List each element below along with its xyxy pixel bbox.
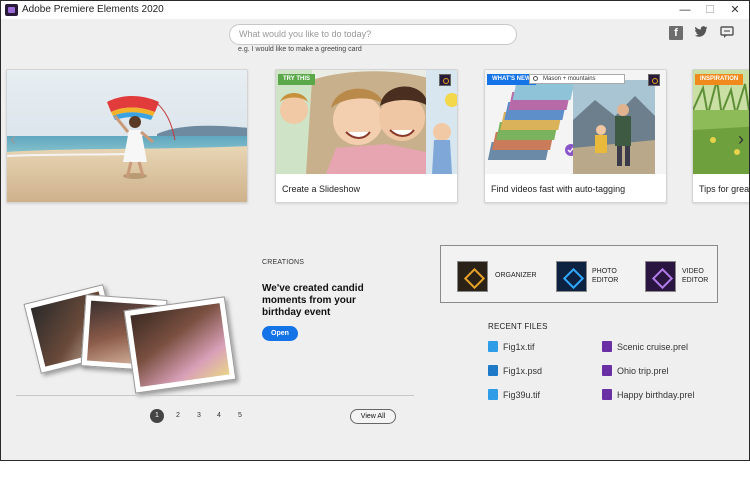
window-title: Adobe Premiere Elements 2020 xyxy=(22,4,164,15)
try-this-tag: TRY THIS xyxy=(278,74,316,85)
minimize-button[interactable]: — xyxy=(673,2,697,18)
app-launcher: ORGANIZER PHOTO EDITOR VIDEO EDITOR xyxy=(440,245,718,303)
maximize-button[interactable]: ☐ xyxy=(698,2,722,18)
recent-file-item[interactable]: Fig1x.psd xyxy=(488,365,542,377)
recent-file-item[interactable]: Happy birthday.prel xyxy=(602,389,694,401)
prel-file-icon xyxy=(602,389,612,401)
recent-file-item[interactable]: Fig39u.tif xyxy=(488,389,540,401)
video-editor-icon[interactable] xyxy=(645,261,676,292)
photo-thumbnail xyxy=(123,296,237,394)
search-hint: e.g. I would like to make a greeting car… xyxy=(238,46,362,53)
view-all-button[interactable]: View All xyxy=(350,409,396,424)
divider xyxy=(16,395,414,396)
chat-icon[interactable] xyxy=(720,26,734,40)
auto-tagging-card[interactable]: WHAT'S NEW Mason + mountains Find videos… xyxy=(484,69,667,203)
page-1-button[interactable]: 1 xyxy=(150,409,164,423)
page-4-button[interactable]: 4 xyxy=(212,409,226,423)
search-icon xyxy=(533,76,538,81)
slideshow-card[interactable]: TRY THIS Create a Slideshow xyxy=(275,69,458,203)
auto-tagging-image xyxy=(485,70,666,174)
twitter-icon[interactable] xyxy=(694,26,708,40)
page-5-button[interactable]: 5 xyxy=(233,409,247,423)
file-name: Fig1x.psd xyxy=(503,366,543,376)
file-name: Happy birthday.prel xyxy=(617,390,695,400)
page-2-button[interactable]: 2 xyxy=(171,409,185,423)
open-button[interactable]: Open xyxy=(262,326,298,341)
search-input[interactable]: What would you like to do today? xyxy=(229,24,517,45)
recent-file-item[interactable]: Scenic cruise.prel xyxy=(602,341,688,353)
creations-label: CREATIONS xyxy=(262,259,305,266)
file-name: Ohio trip.prel xyxy=(617,366,669,376)
card-caption: Create a Slideshow xyxy=(282,184,361,194)
page-3-button[interactable]: 3 xyxy=(192,409,206,423)
file-name: Fig39u.tif xyxy=(503,390,541,400)
carousel-next-arrow[interactable]: › xyxy=(734,127,748,151)
creations-description: We've created candid moments from your b… xyxy=(262,283,364,318)
recent-files-title: RECENT FILES xyxy=(488,322,548,331)
tif-file-icon xyxy=(488,341,498,353)
photo-editor-label[interactable]: PHOTO EDITOR xyxy=(592,267,628,285)
photo-editor-icon[interactable] xyxy=(556,261,587,292)
organizer-label[interactable]: ORGANIZER xyxy=(495,271,537,280)
file-name: Scenic cruise.prel xyxy=(617,342,689,352)
psd-file-icon xyxy=(488,365,498,377)
inspiration-tag: INSPIRATION xyxy=(695,74,744,85)
carousel-prev-arrow[interactable]: ‹ xyxy=(6,127,20,151)
carousel: TRY THIS Create a Slideshow WHAT'S NEW M… xyxy=(1,69,749,205)
facebook-icon[interactable]: f xyxy=(669,26,683,40)
beach-kite-card[interactable] xyxy=(6,69,248,203)
beach-kite-image xyxy=(7,70,247,202)
card-caption: Find videos fast with auto-tagging xyxy=(491,184,626,194)
organizer-icon[interactable] xyxy=(457,261,488,292)
prel-file-icon xyxy=(602,365,612,377)
tag-search-chip: Mason + mountains xyxy=(529,74,625,84)
app-logo-icon xyxy=(5,4,18,16)
organizer-badge-icon xyxy=(439,74,451,86)
video-editor-label[interactable]: VIDEO EDITOR xyxy=(682,267,714,285)
tif-file-icon xyxy=(488,389,498,401)
file-name: Fig1x.tif xyxy=(503,342,535,352)
app-window: Adobe Premiere Elements 2020 — ☐ ✕ What … xyxy=(0,0,750,461)
card-caption: Tips for grea xyxy=(699,184,750,194)
recent-file-item[interactable]: Fig1x.tif xyxy=(488,341,535,353)
slideshow-image xyxy=(276,70,457,174)
prel-file-icon xyxy=(602,341,612,353)
close-button[interactable]: ✕ xyxy=(723,2,747,18)
recent-file-item[interactable]: Ohio trip.prel xyxy=(602,365,669,377)
inspiration-image xyxy=(693,70,749,174)
title-bar: Adobe Premiere Elements 2020 — ☐ ✕ xyxy=(1,1,749,19)
creations-photo-stack[interactable] xyxy=(21,283,241,395)
organizer-badge-icon xyxy=(648,74,660,86)
